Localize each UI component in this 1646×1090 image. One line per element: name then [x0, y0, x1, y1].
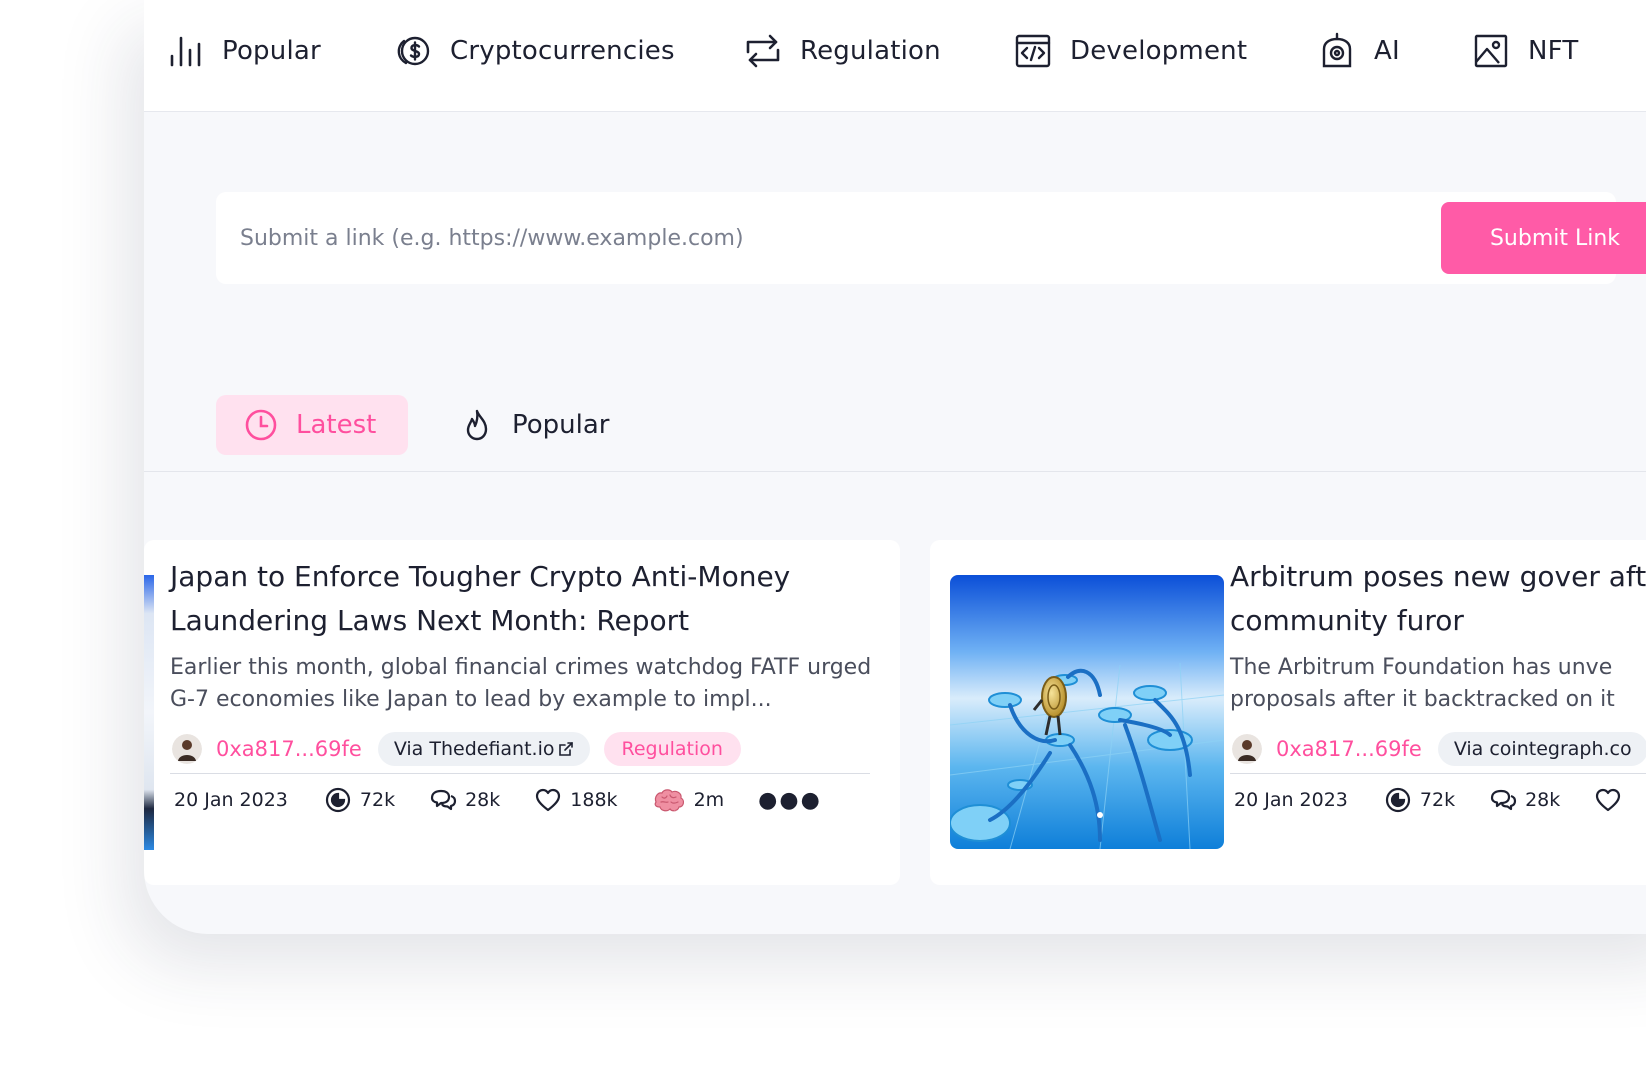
image-icon [1474, 34, 1508, 68]
flame-icon [466, 409, 488, 441]
category-label: Regulation [800, 36, 941, 66]
heart-icon [536, 788, 561, 812]
app-panel: Popular Cryptocurrencies Regulation Deve… [144, 0, 1646, 934]
post-date: 20 Jan 2023 [174, 789, 288, 811]
brain-icon [654, 789, 684, 812]
author-address[interactable]: 0xa817...69fe [1276, 737, 1422, 761]
code-icon [1015, 34, 1051, 68]
submit-link-button[interactable]: Submit Link [1441, 202, 1646, 274]
post-title[interactable]: Arbitrum poses new gover after community… [1230, 555, 1646, 643]
divider [1230, 773, 1646, 774]
post-date: 20 Jan 2023 [1234, 789, 1348, 811]
category-label: Popular [222, 36, 321, 66]
post-meta: 0xa817...69fe Via Thedefiant.io Regulati… [172, 729, 741, 769]
bar-chart-icon [170, 36, 201, 67]
repeat-icon [746, 34, 780, 68]
comments-count: 28k [465, 789, 501, 811]
feed-tabs: Latest Popular [144, 385, 1646, 472]
category-label: Development [1070, 36, 1248, 66]
category-popular[interactable]: Popular [166, 30, 321, 72]
views-count: 72k [359, 789, 396, 811]
category-ai[interactable]: AI [1318, 30, 1400, 72]
comments-stat[interactable]: 28k [429, 786, 500, 814]
likes-count: 188k [570, 789, 618, 811]
arbitrum-artwork-image [950, 575, 1224, 849]
tag-chip[interactable]: Regulation [603, 732, 741, 766]
heart-icon [1596, 788, 1621, 812]
post-card[interactable]: Japan to Enforce Tougher Crypto Anti-Mon… [144, 540, 900, 885]
tab-popular[interactable]: Popular [460, 395, 610, 455]
author-address[interactable]: 0xa817...69fe [216, 737, 362, 761]
read-time-stat: 2m [652, 786, 725, 814]
source-label: Via cointegraph.co [1453, 738, 1632, 760]
external-link-icon [558, 742, 573, 756]
eye-icon [325, 787, 351, 813]
post-stats: 20 Jan 2023 72k 28k 188k 2m ●●● [174, 782, 822, 818]
coins-icon [397, 36, 430, 66]
post-description: The Arbitrum Foundation has unve proposa… [1230, 655, 1615, 712]
eye-icon [1385, 787, 1411, 813]
category-nft[interactable]: NFT [1472, 30, 1578, 72]
views-count: 72k [1419, 789, 1456, 811]
avatar[interactable] [172, 734, 202, 764]
robot-icon [1322, 32, 1352, 68]
source-chip[interactable]: Via cointegraph.co [1437, 732, 1646, 766]
post-description: Earlier this month, global financial cri… [170, 655, 872, 712]
comments-stat[interactable]: 28k [1489, 786, 1560, 814]
likes-stat[interactable] [1594, 786, 1630, 814]
category-label: NFT [1528, 36, 1579, 66]
category-development[interactable]: Development [1014, 30, 1247, 72]
category-cryptocurrencies[interactable]: Cryptocurrencies [394, 30, 675, 72]
post-title[interactable]: Japan to Enforce Tougher Crypto Anti-Mon… [170, 555, 870, 643]
post-thumbnail [144, 575, 154, 850]
source-chip[interactable]: Via Thedefiant.io [377, 732, 590, 766]
divider [170, 773, 870, 774]
post-card[interactable]: Arbitrum poses new gover after community… [930, 540, 1646, 885]
post-thumbnail[interactable] [950, 575, 1224, 849]
avatar[interactable] [1232, 734, 1262, 764]
source-label: Via Thedefiant.io [393, 738, 555, 760]
category-label: Cryptocurrencies [450, 36, 675, 66]
category-nav: Popular Cryptocurrencies Regulation Deve… [144, 0, 1646, 112]
comments-count: 28k [1525, 789, 1561, 811]
category-regulation[interactable]: Regulation [744, 30, 941, 72]
submit-link-bar: Submit Link [216, 192, 1646, 284]
post-stats: 20 Jan 2023 72k 28k [1234, 782, 1646, 818]
tab-label: Popular [512, 410, 610, 440]
submit-link-input[interactable] [216, 192, 1396, 284]
read-time: 2m [693, 789, 725, 811]
tab-label: Latest [296, 410, 377, 440]
category-label: AI [1374, 36, 1400, 66]
more-options-icon[interactable]: ●●● [758, 788, 822, 813]
tab-latest[interactable]: Latest [216, 395, 408, 455]
chat-icon [430, 789, 457, 811]
views-stat: 72k [324, 786, 395, 814]
chat-icon [1490, 789, 1517, 811]
views-stat: 72k [1384, 786, 1455, 814]
post-meta: 0xa817...69fe Via cointegraph.co [1232, 729, 1646, 769]
clock-icon [245, 409, 277, 441]
likes-stat[interactable]: 188k [534, 786, 618, 814]
